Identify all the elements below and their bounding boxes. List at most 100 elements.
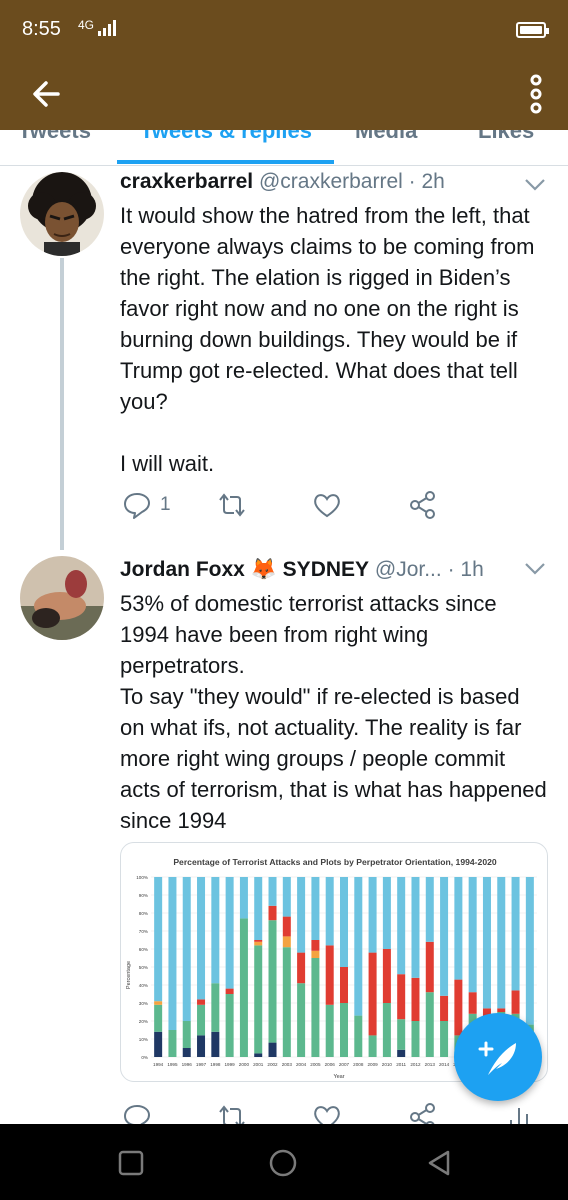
bar-segment — [397, 877, 406, 975]
bar-segment — [211, 983, 220, 1032]
reply-icon[interactable] — [120, 488, 154, 522]
tweet-item[interactable]: craxkerbarrel @craxkerbarrel · 2h It wou… — [0, 166, 568, 546]
bar-segment — [482, 877, 491, 1009]
retweet-icon[interactable] — [215, 488, 249, 522]
active-tab-indicator — [117, 160, 334, 164]
bar-segment — [211, 1031, 220, 1057]
x-tick-label: 2000 — [239, 1062, 250, 1067]
status-time: 8:55 — [22, 18, 61, 40]
bar-segment — [311, 958, 320, 1057]
bar-segment — [511, 877, 520, 991]
bar-segment — [425, 877, 434, 942]
bar-segment — [339, 1003, 349, 1057]
home-icon[interactable] — [268, 1148, 298, 1178]
tab-tweets[interactable]: Tweets — [18, 130, 91, 144]
bar-segment — [254, 945, 263, 1054]
back-nav-icon[interactable] — [424, 1148, 454, 1178]
x-tick-label: 1998 — [210, 1062, 221, 1067]
system-nav-bar — [0, 1124, 568, 1200]
bar-segment — [497, 877, 506, 1009]
x-tick-label: 2001 — [253, 1062, 264, 1067]
tab-tweets-replies[interactable]: Tweets & replies — [140, 130, 312, 144]
bar-segment — [368, 877, 377, 953]
bar-segment — [197, 1035, 206, 1057]
bar-segment — [297, 877, 306, 953]
bar-segment — [154, 1004, 163, 1032]
y-tick-label: 70% — [139, 929, 148, 934]
status-bar: 8:55 4G — [0, 0, 568, 62]
compose-tweet-button[interactable] — [454, 1013, 542, 1101]
bar-segment — [454, 877, 463, 980]
bar-segment — [411, 977, 420, 1021]
x-tick-label: 2007 — [339, 1062, 350, 1067]
bar-segment — [282, 947, 291, 1057]
avatar-image — [20, 556, 104, 640]
bar-segment — [197, 1004, 206, 1036]
y-tick-label: 50% — [139, 965, 148, 970]
bar-segment — [311, 877, 320, 940]
x-tick-label: 2003 — [282, 1062, 293, 1067]
y-tick-label: 40% — [139, 983, 148, 988]
author-handle[interactable]: @craxkerbarrel — [259, 170, 403, 193]
bar-segment — [197, 999, 206, 1005]
y-tick-label: 60% — [139, 947, 148, 952]
x-tick-label: 2008 — [353, 1062, 364, 1067]
bar-segment — [182, 1021, 191, 1048]
bar-segment — [282, 936, 291, 948]
x-tick-label: 2010 — [382, 1062, 393, 1067]
bar-segment — [225, 877, 234, 989]
y-tick-label: 100% — [136, 875, 148, 880]
bar-segment — [325, 1004, 334, 1057]
bar-segment — [354, 1015, 363, 1057]
bar-segment — [268, 1042, 277, 1057]
signal-icon — [98, 20, 116, 36]
chart-xlabel: Year — [333, 1074, 344, 1080]
profile-tabs: Tweets Tweets & replies Media Likes — [0, 130, 568, 166]
y-tick-label: 10% — [139, 1037, 148, 1042]
bar-segment — [239, 877, 248, 919]
author-name[interactable]: Jordan Foxx 🦊 SYDNEY — [120, 558, 369, 581]
bar-segment — [282, 877, 291, 917]
x-tick-label: 2004 — [296, 1062, 307, 1067]
bar-segment — [211, 877, 220, 984]
bar-segment — [254, 1053, 263, 1057]
author-name[interactable]: craxkerbarrel — [120, 170, 253, 193]
bar-segment — [497, 1008, 506, 1012]
like-icon[interactable] — [310, 488, 344, 522]
bar-segment — [425, 992, 434, 1057]
bar-segment — [311, 940, 320, 951]
bar-segment — [440, 995, 449, 1021]
y-tick-label: 90% — [139, 893, 148, 898]
avatar[interactable] — [20, 172, 104, 256]
chevron-down-icon[interactable] — [524, 178, 546, 192]
y-tick-label: 20% — [139, 1019, 148, 1024]
compose-feather-icon — [478, 1041, 516, 1075]
tweet-time: · 2h — [408, 170, 445, 193]
x-tick-label: 2002 — [267, 1062, 278, 1067]
recent-apps-icon[interactable] — [116, 1148, 146, 1178]
avatar[interactable] — [20, 556, 104, 640]
tweet-text: 53% of domestic terrorist attacks since … — [120, 591, 547, 833]
chevron-down-icon[interactable] — [524, 562, 546, 576]
bar-segment — [468, 992, 477, 1014]
x-tick-label: 1997 — [196, 1062, 207, 1067]
bar-segment — [168, 877, 177, 1030]
back-arrow-icon[interactable] — [28, 74, 68, 114]
bar-segment — [411, 877, 420, 978]
bar-segment — [254, 941, 263, 946]
tab-likes[interactable]: Likes — [478, 130, 534, 144]
tab-media[interactable]: Media — [355, 130, 417, 144]
author-handle[interactable]: @Jor... — [375, 558, 442, 581]
share-icon[interactable] — [406, 488, 440, 522]
bar-segment — [368, 952, 377, 1036]
bar-segment — [382, 877, 391, 949]
bar-segment — [311, 950, 320, 958]
x-tick-label: 1994 — [153, 1062, 164, 1067]
tweet-text: It would show the hatred from the left, … — [120, 203, 535, 476]
tweet-actions: 1 — [0, 488, 568, 524]
bar-segment — [382, 949, 391, 1003]
more-options-icon[interactable] — [526, 70, 546, 118]
y-tick-label: 0% — [141, 1055, 148, 1060]
bar-segment — [339, 877, 349, 967]
bar-segment — [254, 877, 263, 940]
